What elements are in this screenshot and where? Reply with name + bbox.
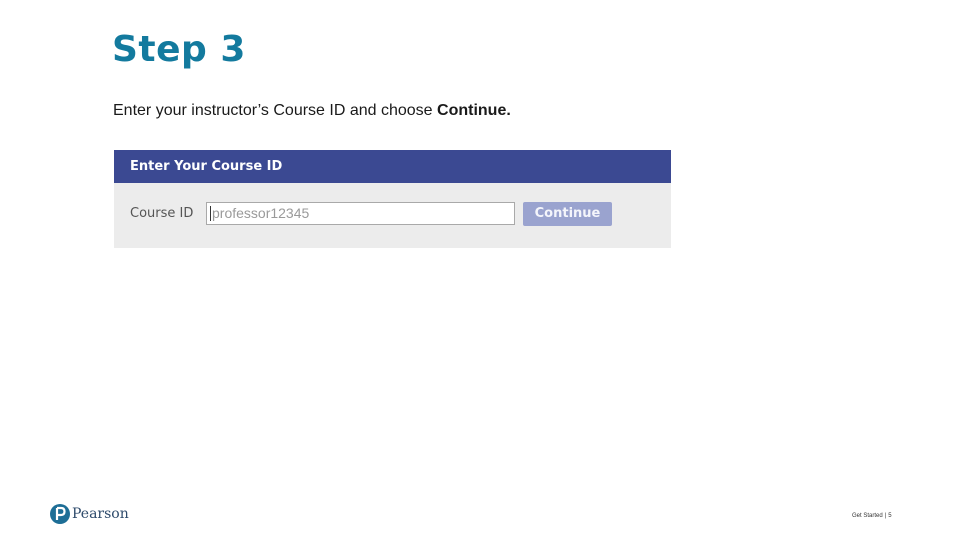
pearson-logo-icon <box>50 504 70 524</box>
instruction-prefix: Enter your instructor’s Course ID and ch… <box>113 102 438 119</box>
brand-name: Pearson <box>72 506 129 522</box>
text-caret <box>210 206 211 221</box>
page-title: Step 3 <box>112 29 246 70</box>
course-id-placeholder: professor12345 <box>212 205 310 221</box>
page-number: 5 <box>888 513 892 519</box>
footer-section: Get Started <box>852 513 883 519</box>
footer-page-info: Get Started | 5 <box>852 512 892 520</box>
instruction-text: Enter your instructor’s Course ID and ch… <box>113 101 511 121</box>
course-id-input[interactable]: professor12345 <box>206 202 515 225</box>
panel-body: Course ID professor12345 Continue <box>114 183 671 248</box>
slide: Step 3 Enter your instructor’s Course ID… <box>0 0 960 540</box>
continue-button[interactable]: Continue <box>523 202 612 226</box>
course-id-panel: Enter Your Course ID Course ID professor… <box>114 150 671 248</box>
instruction-action: Continue. <box>437 102 511 119</box>
panel-header: Enter Your Course ID <box>114 150 671 183</box>
footer-separator: | <box>884 513 887 519</box>
course-id-label: Course ID <box>130 206 194 221</box>
